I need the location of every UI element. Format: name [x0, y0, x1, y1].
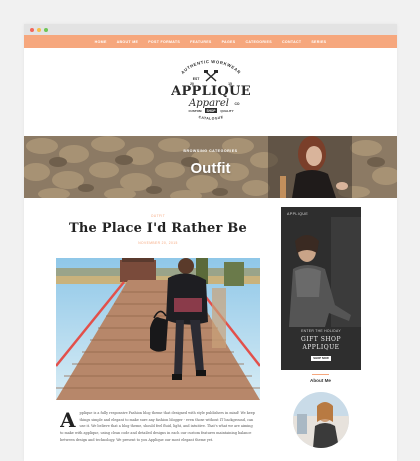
svg-text:QUALITY: QUALITY	[220, 109, 233, 113]
hero-title: Outfit	[190, 160, 231, 177]
shop-now-button[interactable]: SHOP NOW	[311, 356, 331, 361]
crossed-hammers-icon	[203, 70, 218, 82]
nav-item-about-me[interactable]: ABOUT ME	[117, 40, 139, 44]
nav-item-categories[interactable]: CATEGORIES	[245, 40, 272, 44]
svg-text:EST: EST	[192, 77, 200, 81]
ad-headline-2: APPLIQUE	[302, 344, 340, 351]
svg-text:AUTHENTIC WORKWEAR: AUTHENTIC WORKWEAR	[179, 59, 241, 75]
svg-text:Apparel: Apparel	[188, 98, 229, 109]
ad-brand: APPLIQUE	[287, 212, 309, 216]
close-window-icon[interactable]	[30, 27, 34, 32]
post-title[interactable]: The Place I'd Rather Be	[56, 221, 260, 236]
nav-item-home[interactable]: HOME	[95, 40, 107, 44]
applique-logo-mark: AUTHENTIC WORKWEAR EST 20 15 APPLIQUE Ap…	[170, 59, 251, 121]
post-category-link[interactable]: OUTFIT	[56, 214, 260, 218]
nav-item-pages[interactable]: PAGES	[222, 40, 236, 44]
main-navigation: HOME ABOUT ME POST FORMATS FEATURES PAGE…	[24, 35, 397, 48]
about-me-heading: About Me	[310, 378, 331, 383]
site-logo[interactable]: AUTHENTIC WORKWEAR EST 20 15 APPLIQUE Ap…	[24, 48, 397, 136]
svg-text:APPLIQUE: APPLIQUE	[170, 84, 251, 99]
nav-item-contact[interactable]: CONTACT	[282, 40, 301, 44]
about-divider	[312, 374, 329, 375]
post-date: NOVEMBER 20, 2015	[138, 241, 178, 245]
nav-item-post-formats[interactable]: POST FORMATS	[148, 40, 180, 44]
post-excerpt: A pplique is a fully responsive Fashion …	[60, 410, 257, 460]
ad-tagline: ENTER THE HOLIDAY	[301, 329, 341, 333]
svg-text:CATALOGUE: CATALOGUE	[198, 115, 224, 121]
svg-text:CO: CO	[234, 102, 239, 106]
browser-chrome	[24, 24, 397, 35]
post-excerpt-text: pplique is a fully responsive Fashion bl…	[60, 411, 255, 442]
svg-text:CUSTOM: CUSTOM	[188, 109, 201, 113]
post-dropcap: A	[60, 410, 76, 432]
sidebar-ad-banner[interactable]: APPLIQUE ENTER THE HOLIDAY GIFT SHOP APP…	[281, 207, 361, 370]
about-me-avatar[interactable]	[293, 392, 349, 448]
nav-item-series[interactable]: SERIES	[311, 40, 326, 44]
nav-item-features[interactable]: FEATURES	[190, 40, 212, 44]
post-featured-image[interactable]	[56, 258, 260, 400]
hero-subtitle: BROWSING CATEGORIES	[183, 149, 238, 153]
main-content: OUTFIT The Place I'd Rather Be NOVEMBER …	[24, 198, 397, 461]
svg-text:SHOP: SHOP	[206, 109, 216, 113]
browser-window: HOME ABOUT ME POST FORMATS FEATURES PAGE…	[24, 24, 397, 461]
category-hero-banner: BROWSING CATEGORIES Outfit	[24, 136, 397, 198]
ad-headline-1: GIFT SHOP	[300, 336, 342, 343]
minimize-window-icon[interactable]	[37, 27, 41, 32]
maximize-window-icon[interactable]	[44, 27, 48, 32]
